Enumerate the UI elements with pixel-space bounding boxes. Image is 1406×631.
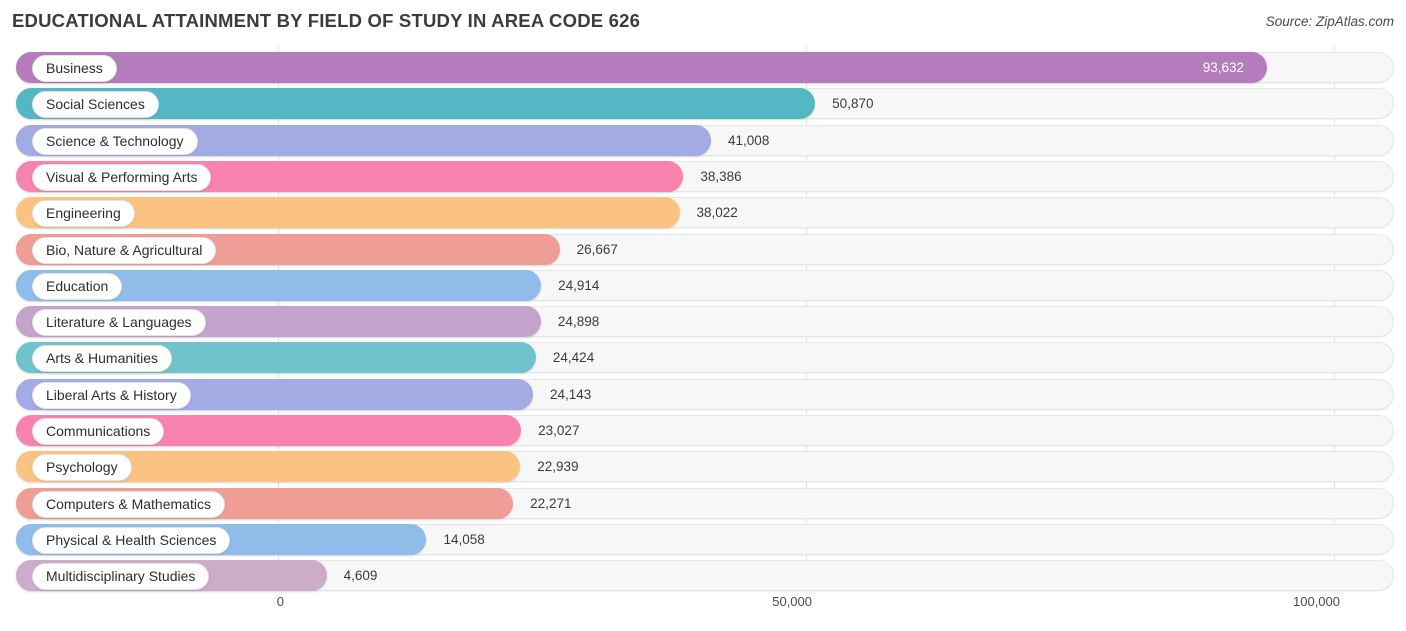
category-label: Computers & Mathematics — [32, 490, 225, 518]
category-label: Business — [32, 55, 117, 82]
bar-value-label: 14,058 — [443, 531, 485, 547]
chart-header: EDUCATIONAL ATTAINMENT BY FIELD OF STUDY… — [0, 0, 1406, 46]
bar[interactable] — [16, 52, 1267, 83]
bar-value-label: 41,008 — [728, 132, 770, 148]
category-label: Visual & Performing Arts — [32, 163, 212, 191]
bar-value-label: 50,870 — [832, 96, 874, 112]
bar-value-label: 22,939 — [537, 459, 579, 475]
bar-value-label: 38,022 — [696, 205, 738, 221]
category-label: Multidisciplinary Studies — [32, 563, 210, 591]
bar-row[interactable]: Psychology 22,939 — [8, 451, 1394, 483]
bar-value-label: 4,609 — [343, 568, 378, 584]
category-label: Communications — [32, 418, 165, 445]
chart-container: EDUCATIONAL ATTAINMENT BY FIELD OF STUDY… — [0, 0, 1406, 631]
bar-row[interactable]: Literature & Languages 24,898 — [8, 306, 1394, 338]
category-label: Psychology — [32, 454, 132, 482]
bar-row[interactable]: Education 24,914 — [8, 269, 1394, 301]
bar-value-label: 24,898 — [557, 314, 600, 330]
bar-row[interactable]: Physical & Health Sciences 14,058 — [8, 523, 1394, 555]
bar-row[interactable]: Science & Technology 41,008 — [8, 124, 1394, 156]
category-label: Bio, Nature & Agricultural — [32, 236, 217, 264]
axis-tick-label: 0 — [276, 594, 284, 609]
axis-tick-label: 100,000 — [1293, 594, 1340, 609]
bar-value-label: 24,143 — [549, 386, 592, 402]
bar-value-label: 38,386 — [700, 168, 742, 184]
source-attribution: Source: ZipAtlas.com — [1265, 14, 1394, 29]
category-label: Arts & Humanities — [32, 345, 173, 373]
category-label: Engineering — [32, 200, 135, 228]
category-label: Education — [32, 272, 123, 300]
bar-row[interactable]: Computers & Mathematics 22,271 — [8, 487, 1394, 519]
category-label: Science & Technology — [32, 127, 198, 155]
bar-row[interactable]: Engineering 38,022 — [8, 197, 1394, 229]
category-label: Literature & Languages — [32, 309, 206, 337]
axis-tick-label: 50,000 — [772, 594, 812, 609]
category-label: Social Sciences — [32, 91, 159, 119]
bar-value-label: 93,632 — [1202, 60, 1245, 75]
page-title: EDUCATIONAL ATTAINMENT BY FIELD OF STUDY… — [12, 10, 641, 31]
bar-row[interactable]: Communications 23,027 — [8, 415, 1394, 446]
bar-value-label: 24,424 — [552, 350, 595, 366]
bar-value-label: 26,667 — [576, 241, 618, 257]
bar-row[interactable]: Bio, Nature & Agricultural 26,667 — [8, 233, 1394, 265]
bar-row[interactable]: Arts & Humanities 24,424 — [8, 342, 1394, 374]
bar-row[interactable]: Social Sciences 50,870 — [8, 88, 1394, 120]
bar-value-label: 22,271 — [530, 495, 572, 511]
bar-row[interactable]: Liberal Arts & History 24,143 — [8, 378, 1394, 410]
bar-row[interactable]: Business 93,632 — [8, 52, 1394, 83]
bar-row[interactable]: Visual & Performing Arts 38,386 — [8, 160, 1394, 192]
bar-value-label: 24,914 — [558, 277, 600, 293]
plot-area: Business 93,632 Social Sciences 50,870 Scien… — [0, 46, 1406, 592]
bar-value-label: 23,027 — [538, 423, 580, 438]
category-label: Physical & Health Sciences — [32, 526, 231, 554]
category-label: Liberal Arts & History — [32, 381, 191, 409]
x-axis: 0 50,000 100,000 — [0, 592, 1406, 631]
bar-row[interactable]: Multidisciplinary Studies 4,609 — [8, 560, 1394, 592]
